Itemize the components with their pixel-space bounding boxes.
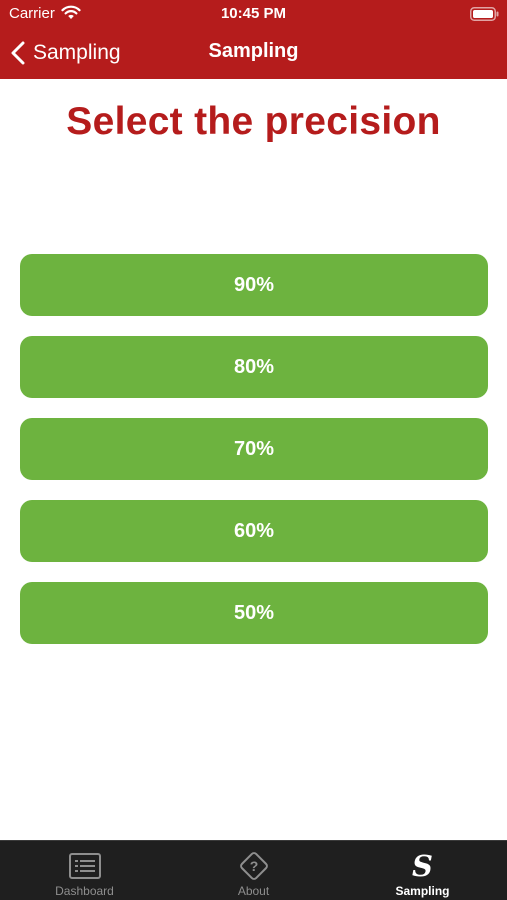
dashboard-icon — [68, 851, 102, 881]
precision-option-70[interactable]: 70% — [20, 418, 488, 480]
precision-options: 90% 80% 70% 60% 50% — [20, 254, 488, 664]
precision-option-50[interactable]: 50% — [20, 582, 488, 644]
precision-option-60[interactable]: 60% — [20, 500, 488, 562]
tab-sampling[interactable]: S Sampling — [338, 841, 507, 900]
header: Carrier 10:45 PM Sampling Sampling — [0, 0, 507, 79]
screen: Carrier 10:45 PM Sampling Sampling Selec… — [0, 0, 507, 900]
precision-option-80[interactable]: 80% — [20, 336, 488, 398]
nav-title: Sampling — [208, 40, 299, 62]
about-icon: ? — [237, 851, 271, 881]
tab-dashboard[interactable]: Dashboard — [0, 841, 169, 900]
status-time: 10:45 PM — [220, 5, 287, 22]
precision-option-90[interactable]: 90% — [20, 254, 488, 316]
tab-label-about: About — [237, 884, 270, 898]
nav-bar: Sampling Sampling — [0, 28, 507, 79]
page-title: Select the precision — [66, 100, 441, 143]
tab-label-sampling: Sampling — [395, 884, 450, 898]
sampling-s-icon: S — [406, 851, 440, 881]
sampling-s-glyph: S — [412, 849, 433, 883]
svg-text:?: ? — [249, 858, 258, 874]
tab-label-dashboard: Dashboard — [55, 884, 114, 898]
tab-bar: Dashboard ? About S Sampling — [0, 840, 507, 900]
tab-about[interactable]: ? About — [169, 841, 338, 900]
battery-icon — [470, 7, 499, 21]
status-bar: Carrier 10:45 PM — [0, 0, 507, 28]
